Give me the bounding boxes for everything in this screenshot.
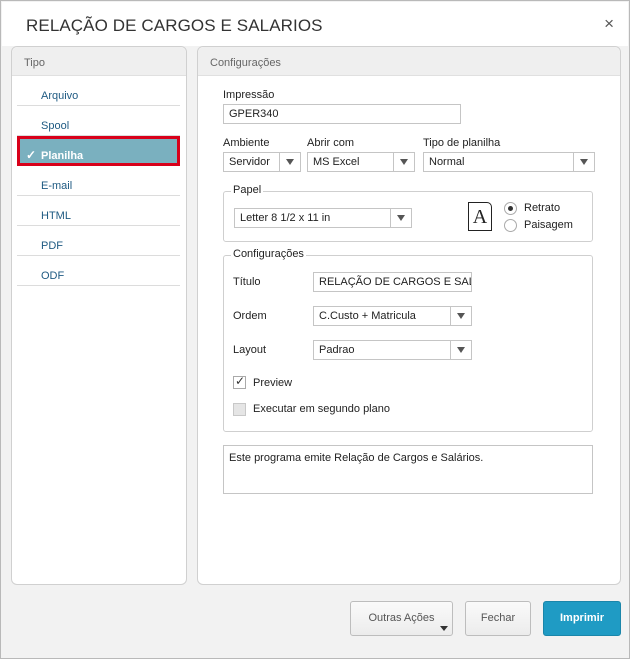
titulo-label: Título [233, 276, 261, 288]
ambiente-value: Servidor [229, 156, 270, 168]
tipo-planilha-value: Normal [429, 156, 465, 168]
ordem-label: Ordem [233, 310, 267, 322]
config-legend: Configurações [231, 248, 306, 260]
retrato-label: Retrato [524, 202, 561, 214]
type-item-spool[interactable]: Spool [17, 106, 180, 136]
ordem-value: C.Custo + Matricula [319, 310, 416, 322]
outras-acoes-label: Outras Ações [368, 612, 435, 624]
dialog-title: RELAÇÃO DE CARGOS E SALARIOS [26, 16, 323, 35]
ambiente-label: Ambiente [223, 137, 270, 149]
tipo-planilha-label: Tipo de planilha [423, 137, 501, 149]
type-item-planilha[interactable]: ✓ Planilha [17, 136, 180, 166]
layout-value: Padrao [319, 344, 355, 356]
config-panel: Configurações Impressão GPER340 Ambiente… [197, 46, 621, 585]
type-item-email[interactable]: E-mail [17, 166, 180, 196]
paisagem-label: Paisagem [524, 219, 573, 231]
type-panel: Tipo Arquivo Spool ✓ Planilha E-mail HTML… [11, 46, 187, 585]
layout-label: Layout [233, 344, 267, 356]
impressao-input[interactable]: GPER340 [223, 104, 461, 124]
paper-size-select[interactable]: Letter 8 1/2 x 11 in [234, 208, 412, 228]
ordem-select[interactable]: C.Custo + Matricula [313, 306, 472, 326]
type-item-html[interactable]: HTML [17, 196, 180, 226]
retrato-radio[interactable] [504, 202, 517, 215]
chevron-down-icon[interactable] [573, 153, 594, 171]
paper-size-value: Letter 8 1/2 x 11 in [240, 212, 331, 224]
type-panel-heading: Tipo [12, 47, 186, 76]
type-item-label: HTML [41, 210, 71, 222]
dialog-titlebar: RELAÇÃO DE CARGOS E SALARIOS × [2, 2, 628, 46]
papel-group: Papel Letter 8 1/2 x 11 in Retrato Paisa… [223, 184, 593, 242]
segundo-plano-label: Executar em segundo plano [253, 403, 390, 415]
segundo-plano-checkbox[interactable] [233, 403, 246, 416]
papel-legend: Papel [231, 184, 264, 196]
type-item-label: Arquivo [41, 90, 79, 102]
checkmark-icon: ✓ [26, 148, 37, 162]
close-icon[interactable]: × [604, 14, 614, 34]
chevron-down-icon[interactable] [390, 209, 411, 227]
imprimir-button[interactable]: Imprimir [543, 601, 621, 636]
type-item-pdf[interactable]: PDF [17, 226, 180, 256]
preview-checkbox[interactable] [233, 374, 246, 389]
chevron-down-icon[interactable] [450, 341, 471, 359]
print-dialog: RELAÇÃO DE CARGOS E SALARIOS × Tipo Arqu… [0, 0, 630, 659]
type-item-label: ODF [41, 270, 65, 282]
config-group: Configurações Título RELAÇÃO DE CARGOS E… [223, 248, 593, 432]
abrir-com-label: Abrir com [307, 137, 355, 149]
paisagem-radio[interactable] [504, 219, 517, 232]
type-item-label: Planilha [41, 150, 84, 162]
chevron-down-icon[interactable] [393, 153, 414, 171]
outras-acoes-button[interactable]: Outras Ações [350, 601, 453, 636]
titulo-input[interactable]: RELAÇÃO DE CARGOS E SALA [313, 272, 472, 292]
type-item-label: E-mail [41, 180, 73, 192]
page-orientation-icon: A [468, 202, 492, 231]
layout-select[interactable]: Padrao [313, 340, 472, 360]
ambiente-select[interactable]: Servidor [223, 152, 301, 172]
chevron-down-icon[interactable] [450, 307, 471, 325]
preview-label: Preview [253, 377, 293, 389]
abrir-com-select[interactable]: MS Excel [307, 152, 415, 172]
caret-down-icon [440, 626, 448, 631]
type-item-label: PDF [41, 240, 63, 252]
fechar-button[interactable]: Fechar [465, 601, 531, 636]
chevron-down-icon[interactable] [279, 153, 300, 171]
abrir-com-value: MS Excel [313, 156, 360, 168]
tipo-planilha-select[interactable]: Normal [423, 152, 595, 172]
type-item-label: Spool [41, 120, 70, 132]
type-item-arquivo[interactable]: Arquivo [17, 76, 180, 106]
config-panel-heading: Configurações [198, 47, 620, 76]
impressao-label: Impressão [223, 89, 275, 101]
type-item-odf[interactable]: ODF [17, 256, 180, 286]
type-list: Arquivo Spool ✓ Planilha E-mail HTML PDF … [12, 76, 186, 286]
description-box: Este programa emite Relação de Cargos e … [223, 445, 593, 494]
